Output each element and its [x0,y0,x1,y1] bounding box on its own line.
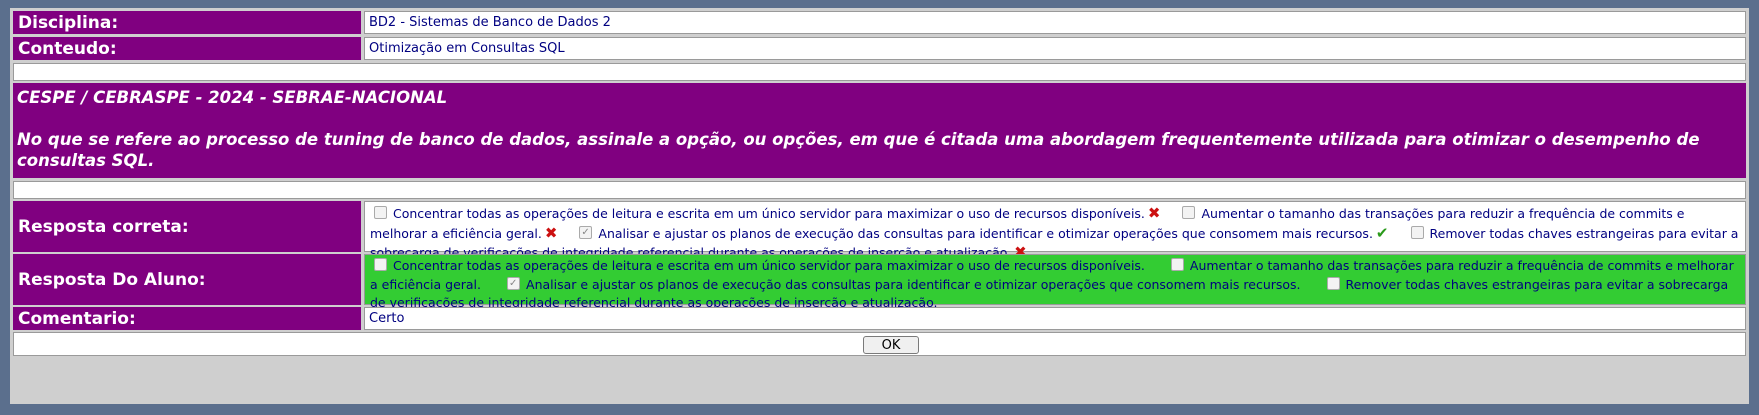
resposta-aluno-label: Resposta Do Aluno: [13,254,361,305]
disciplina-value: BD2 - Sistemas de Banco de Dados 2 [364,11,1746,34]
resposta-correta-label: Resposta correta: [13,201,361,252]
resposta-correta-row: Resposta correta: Concentrar todas as op… [13,201,1746,261]
question-panel: Disciplina: BD2 - Sistemas de Banco de D… [10,8,1749,404]
wrong-mark-icon: ✖ [544,223,558,242]
student-option-1-checkbox[interactable] [374,258,387,271]
spacer-cell [13,63,1746,81]
disciplina-label: Disciplina: [13,11,361,34]
conteudo-label: Conteudo: [13,37,361,60]
correct-option-2-checkbox[interactable] [1182,206,1196,219]
ok-row: OK [13,332,1746,356]
disciplina-row: Disciplina: BD2 - Sistemas de Banco de D… [13,11,1746,34]
student-option-4-checkbox[interactable] [1326,276,1340,290]
student-option-1-text: Concentrar todas as operações de leitura… [393,258,1145,273]
correct-option-3-text: Analisar e ajustar os planos de execução… [598,225,1373,241]
spacer-row-2 [13,181,1746,199]
correct-option-3-checkbox[interactable] [579,224,593,242]
resposta-correta-options: Concentrar todas as operações de leitura… [364,201,1746,261]
spacer-cell [13,181,1746,199]
comentario-label: Comentario: [13,307,361,330]
correct-option-4-checkbox[interactable] [1410,225,1424,239]
wrong-mark-icon: ✖ [1147,204,1161,222]
correct-mark-icon: ✔ [1375,223,1389,242]
resposta-aluno-row: Resposta Do Aluno: Concentrar todas as o… [13,254,1746,310]
comentario-row: Comentario: Certo [13,307,1746,330]
student-option-2-checkbox[interactable] [1170,258,1184,271]
question-row: CESPE / CEBRASPE - 2024 - SEBRAE-NACIONA… [13,83,1746,178]
resposta-aluno-options: Concentrar todas as operações de leitura… [364,254,1746,310]
correct-option-1-checkbox[interactable] [374,206,387,219]
student-option-3-text: Analisar e ajustar os planos de execução… [526,276,1301,292]
conteudo-value: Otimização em Consultas SQL [364,37,1746,60]
question-text: No que se refere ao processo de tuning d… [17,130,1700,170]
spacer-row-1 [13,63,1746,81]
correct-option-1-text: Concentrar todas as operações de leitura… [393,206,1145,221]
ok-button[interactable]: OK [863,336,919,354]
comentario-value: Certo [364,307,1746,330]
page-frame: Disciplina: BD2 - Sistemas de Banco de D… [0,0,1759,415]
conteudo-row: Conteudo: Otimização em Consultas SQL [13,37,1746,60]
question-header: CESPE / CEBRASPE - 2024 - SEBRAE-NACIONA… [17,88,448,107]
student-option-3-checkbox[interactable] [507,275,521,293]
ok-cell: OK [13,332,1746,356]
question-block: CESPE / CEBRASPE - 2024 - SEBRAE-NACIONA… [13,83,1746,178]
